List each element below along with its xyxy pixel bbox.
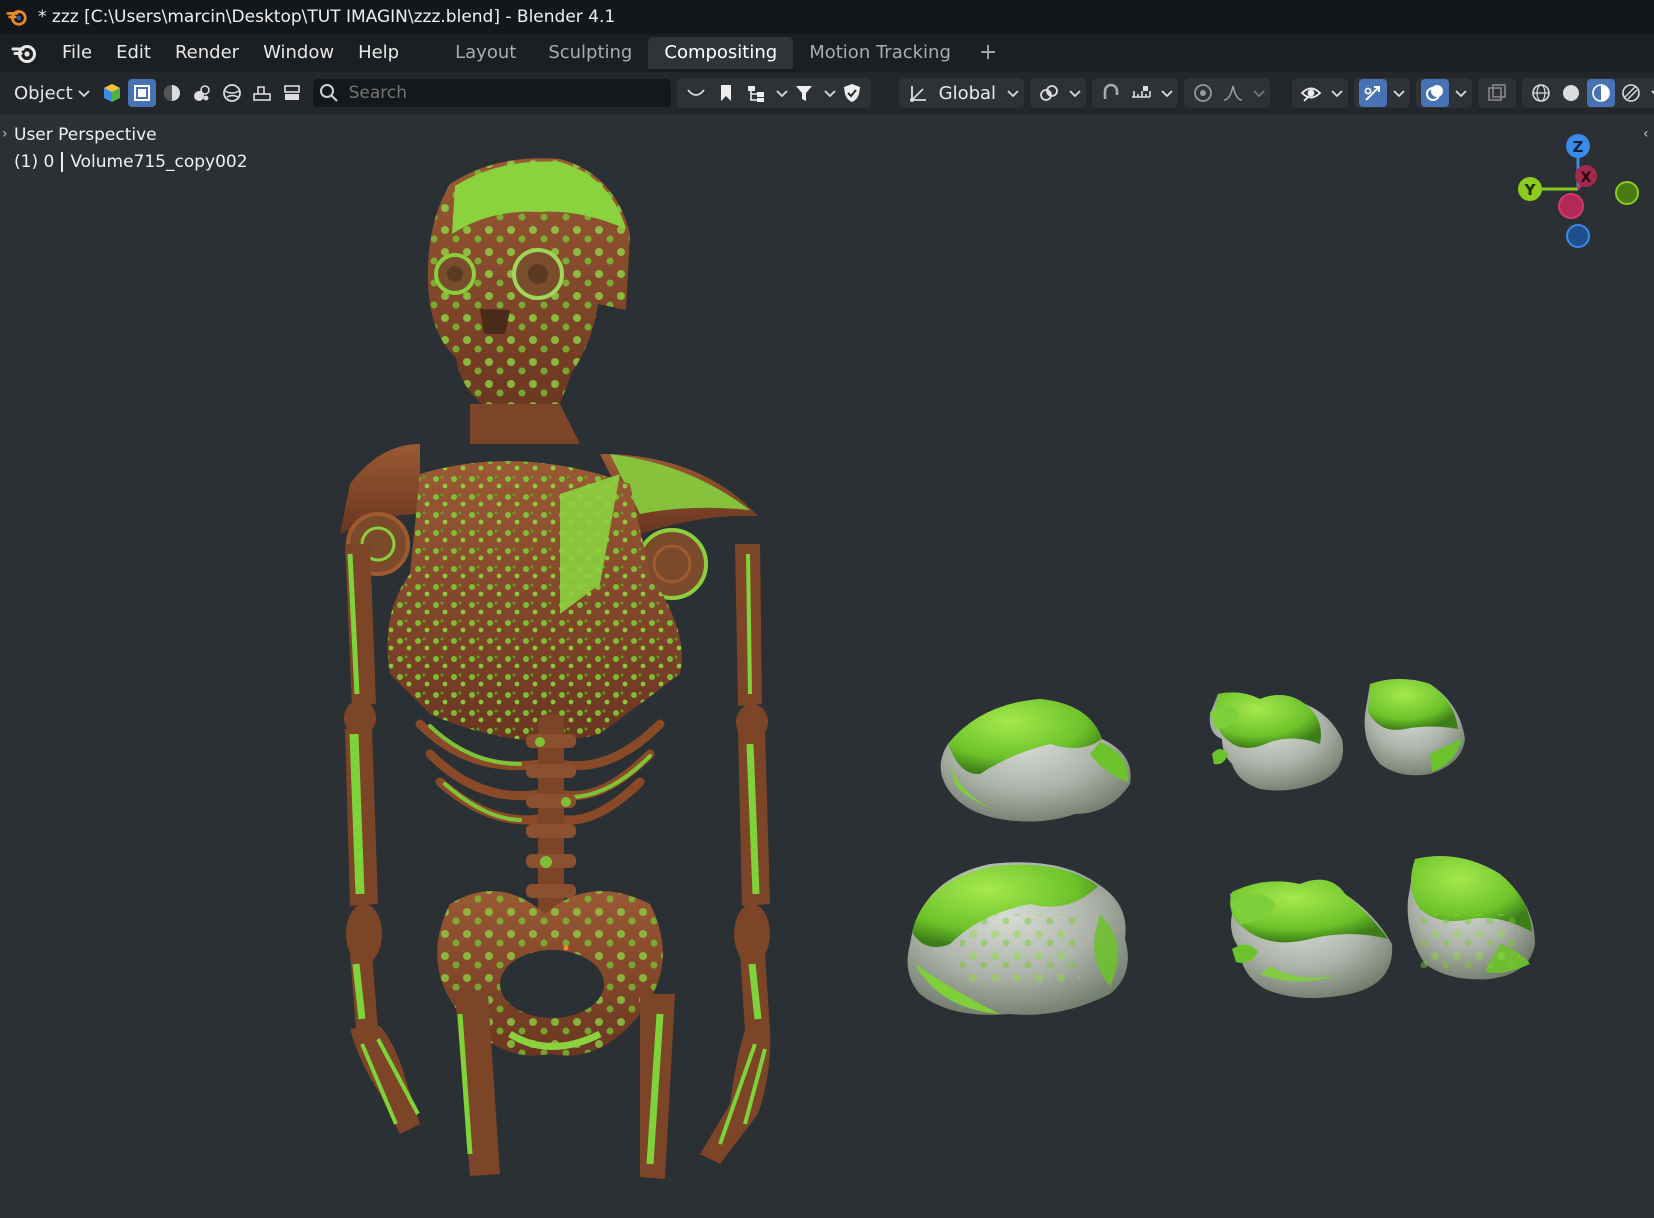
filter-icon[interactable] [790,79,818,107]
rock-model-5[interactable] [1230,879,1393,998]
blender-app-icon [6,10,27,26]
mode-selector[interactable]: Object [0,83,97,104]
pivot-icon [1035,79,1063,107]
object-mode-icon[interactable] [98,79,126,107]
3d-viewport[interactable]: User Perspective (1) 0 Volume715_copy002 … [0,114,1654,1218]
rock-model-2[interactable] [907,862,1128,1015]
chevron-down-icon [1331,90,1343,98]
chevron-down-icon[interactable] [1650,86,1654,100]
rendered-icon[interactable] [248,79,276,107]
proportional-group [1184,78,1271,108]
outliner-filter-group [676,78,871,108]
select-box-icon[interactable] [127,79,156,107]
orientation-label: Global [938,82,997,104]
wireframe-icon[interactable] [158,79,186,107]
gizmo-y-label: Y [1524,181,1537,199]
active-object-name: Volume715_copy002 [70,152,248,172]
gizmo-neg-z-handle[interactable] [1566,224,1590,248]
gizmo-neg-x-handle[interactable] [1558,193,1584,219]
active-object-line: (1) 0 Volume715_copy002 [14,149,248,176]
viewport-header: Object Search Global [0,72,1654,114]
skeleton-model[interactable] [340,158,771,1179]
visibility-icon [1297,79,1325,107]
rock-model-3[interactable] [1209,692,1344,791]
visibility-selector[interactable] [1292,78,1349,108]
xray-group [1478,78,1517,108]
navigation-gizmo[interactable]: Z Y X [1505,124,1645,254]
select-mode-group [97,77,307,109]
chevron-down-icon[interactable] [823,86,837,100]
shading-material-icon[interactable] [1587,79,1616,107]
workspace-tabs: Layout Sculpting Compositing Motion Trac… [439,34,1009,72]
chevron-down-icon[interactable] [1160,86,1174,100]
hierarchy-icon[interactable] [742,79,770,107]
add-workspace-icon[interactable]: + [967,37,1009,69]
chevron-down-icon[interactable] [1252,86,1266,100]
chevron-down-icon[interactable] [1454,86,1468,100]
pivot-selector[interactable] [1030,78,1087,108]
gizmo-z-label: Z [1573,138,1584,156]
chevron-down-icon[interactable] [775,86,789,100]
view-name: User Perspective [14,125,157,145]
shading-solid-icon[interactable] [1557,79,1585,107]
chevron-down-icon [1069,90,1081,98]
window-title: * zzz [C:\Users\marcin\Desktop\TUT IMAGI… [38,7,616,27]
chevron-down-icon [77,90,90,98]
menu-window[interactable]: Window [251,34,346,72]
search-icon [319,84,338,102]
search-field[interactable] [312,79,671,107]
gizmo-neg-y-handle[interactable] [1615,181,1639,205]
gizmo-icon[interactable] [1359,79,1388,107]
frame-number: (1) 0 [14,152,55,172]
menu-bar: File Edit Render Window Help Layout Scul… [0,34,1654,72]
blender-logo-icon[interactable] [10,40,40,66]
shading-group [1522,78,1654,108]
falloff-icon[interactable] [1219,79,1247,107]
overlay-group [1416,78,1473,108]
gizmo-x-label: X [1581,170,1592,186]
tab-motion-tracking[interactable]: Motion Tracking [793,37,967,69]
shield-icon[interactable] [838,79,866,107]
snap-group [1092,78,1179,108]
menu-file[interactable]: File [50,34,104,72]
rock-model-4[interactable] [1364,679,1465,776]
tab-sculpting[interactable]: Sculpting [532,37,648,69]
transform-orientation-icon [904,79,932,107]
scene-icon[interactable] [278,79,306,107]
viewport-info: User Perspective (1) 0 Volume715_copy002 [14,122,248,176]
snap-increment-icon[interactable] [1127,79,1155,107]
rock-model-1[interactable] [940,699,1131,822]
shading-rendered-icon[interactable] [1617,79,1645,107]
menu-edit[interactable]: Edit [104,34,163,72]
search-input[interactable] [346,82,671,104]
rock-model-6[interactable] [1407,856,1535,980]
info-separator [61,152,64,172]
chevron-down-icon [1007,90,1019,98]
menu-help[interactable]: Help [346,34,411,72]
shading-wireframe-icon[interactable] [1527,79,1555,107]
material-icon[interactable] [218,79,246,107]
window-titlebar: * zzz [C:\Users\marcin\Desktop\TUT IMAGI… [0,0,1654,34]
proportional-icon[interactable] [1189,79,1217,107]
toolbar-expand-icon[interactable]: › [2,126,8,142]
xray-icon[interactable] [1483,79,1511,107]
gizmo-group [1354,78,1411,108]
curve-icon[interactable] [682,79,710,107]
mode-label: Object [14,82,73,104]
menu-render[interactable]: Render [163,34,251,72]
tab-compositing[interactable]: Compositing [648,37,794,69]
transform-orientation-selector[interactable]: Global [898,78,1025,108]
solid-icon[interactable] [188,79,216,107]
bookmark-icon[interactable] [712,79,740,107]
tab-layout[interactable]: Layout [439,37,532,69]
overlay-icon[interactable] [1421,79,1450,107]
chevron-down-icon[interactable] [1392,86,1406,100]
scene-render [340,158,1535,1179]
snap-icon[interactable] [1097,79,1125,107]
